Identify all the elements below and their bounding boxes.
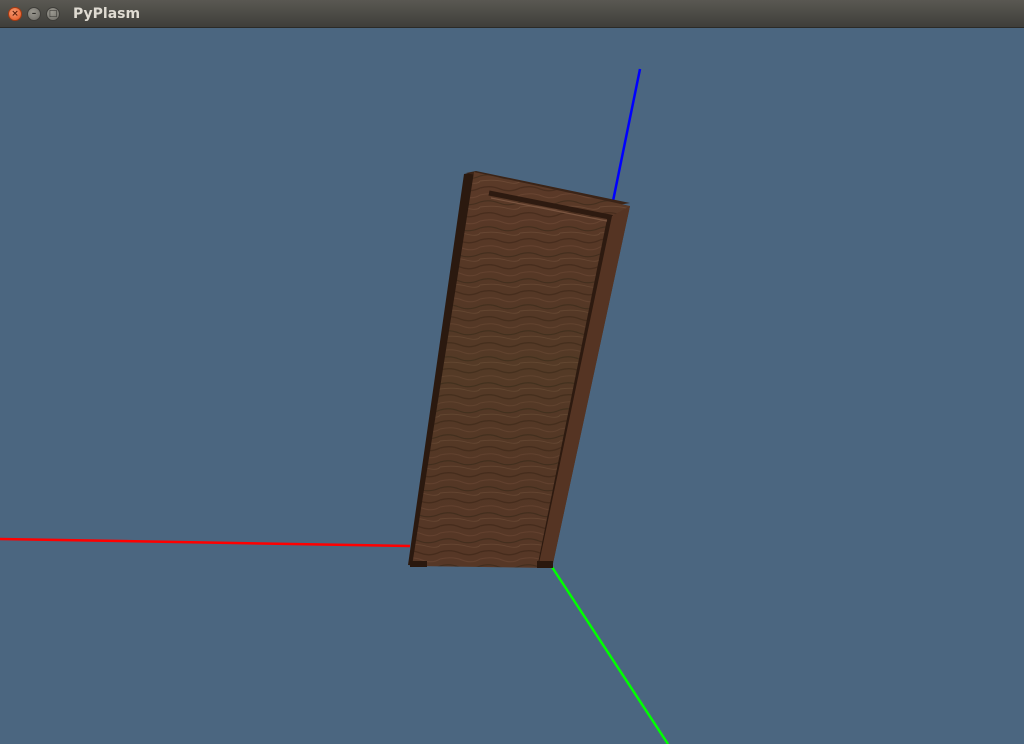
door-front-shading	[412, 172, 630, 568]
close-icon: ×	[11, 8, 19, 19]
minimize-icon: –	[31, 8, 37, 19]
scene-canvas	[0, 68, 670, 744]
minimize-window-button[interactable]: –	[27, 7, 41, 21]
3d-viewport[interactable]	[0, 28, 1024, 744]
z-axis-line	[610, 68, 642, 207]
y-axis-line	[548, 563, 670, 744]
door-foot-right	[537, 561, 553, 568]
pyplasm-window: × – □ PyPlasm	[0, 0, 1024, 744]
x-axis-line	[0, 537, 411, 548]
window-title: PyPlasm	[73, 6, 141, 22]
maximize-window-button[interactable]: □	[46, 7, 60, 21]
close-window-button[interactable]: ×	[8, 7, 22, 21]
title-bar[interactable]: × – □ PyPlasm	[0, 0, 1024, 28]
maximize-icon: □	[48, 8, 58, 19]
door-model[interactable]	[408, 171, 630, 568]
door-foot-left	[410, 561, 427, 567]
